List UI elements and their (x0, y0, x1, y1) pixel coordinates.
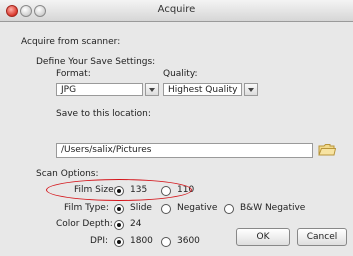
film-type-slide-radio[interactable] (114, 204, 124, 214)
color-depth-label: Color Depth: (56, 219, 113, 229)
save-location-label: Save to this location: (56, 109, 151, 119)
film-type-slide-label: Slide (130, 203, 152, 213)
folder-icon[interactable] (318, 143, 337, 156)
format-dropdown-arrow-icon[interactable] (145, 83, 159, 96)
dpi-3600-radio[interactable] (161, 237, 171, 247)
scan-options-heading: Scan Options: (36, 169, 99, 179)
film-type-bw-negative-radio[interactable] (224, 204, 234, 214)
film-type-bw-negative-label: B&W Negative (240, 203, 306, 213)
dpi-label: DPI: (90, 236, 109, 246)
film-type-label: Film Type: (64, 203, 109, 213)
acquire-heading: Acquire from scanner: (21, 37, 121, 47)
format-value: JPG (61, 85, 77, 95)
cancel-button[interactable]: Cancel (297, 228, 347, 246)
save-settings-heading: Define Your Save Settings: (36, 57, 156, 67)
dpi-1800-label: 1800 (130, 236, 153, 246)
quality-label: Quality: (163, 69, 198, 79)
quality-dropdown-arrow-icon[interactable] (244, 83, 258, 96)
ok-button[interactable]: OK (236, 228, 290, 246)
quality-value: Highest Quality (168, 85, 238, 95)
film-type-negative-radio[interactable] (161, 204, 171, 214)
format-select[interactable]: JPG (56, 83, 159, 96)
window-title: Acquire (157, 4, 196, 15)
dpi-1800-radio[interactable] (114, 237, 124, 247)
dpi-3600-label: 3600 (177, 236, 200, 246)
quality-select[interactable]: Highest Quality (163, 83, 258, 96)
save-location-field[interactable]: /Users/salix/Pictures (56, 143, 313, 158)
highlight-ellipse (46, 179, 192, 201)
format-label: Format: (56, 69, 91, 79)
color-depth-24-radio[interactable] (114, 220, 124, 230)
color-depth-24-label: 24 (130, 219, 142, 229)
film-type-negative-label: Negative (177, 203, 218, 213)
title-bar: Acquire (0, 0, 353, 22)
